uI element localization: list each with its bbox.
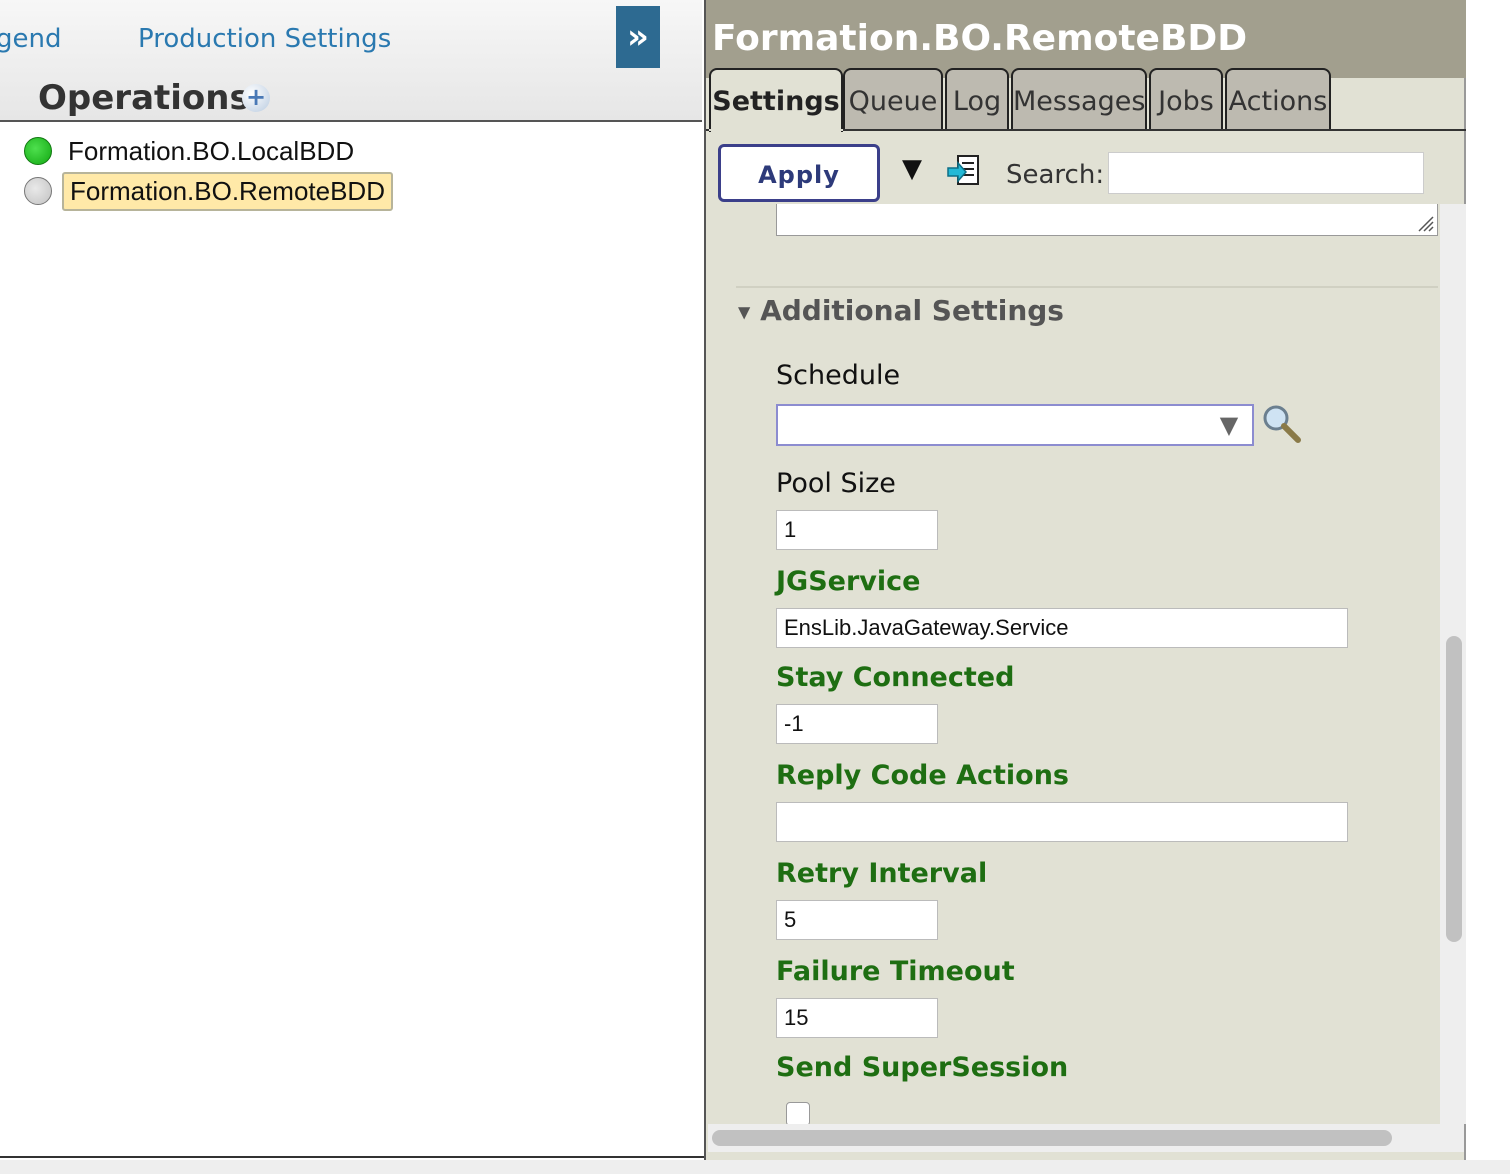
horizontal-scroll-thumb[interactable] <box>712 1130 1392 1146</box>
stay-connected-label: Stay Connected <box>776 662 1015 693</box>
resize-grip-icon[interactable] <box>1415 213 1435 233</box>
tab-jobs[interactable]: Jobs <box>1149 68 1223 130</box>
left-pane-border <box>0 1156 704 1158</box>
jgservice-input[interactable]: EnsLib.JavaGateway.Service <box>776 608 1348 648</box>
search-label: Search: <box>1006 160 1105 190</box>
jgservice-label: JGService <box>776 566 921 597</box>
active-tab-gap <box>709 129 843 131</box>
apply-button[interactable]: Apply <box>718 144 880 202</box>
schedule-select[interactable]: ▼ <box>776 404 1254 446</box>
add-operation-icon[interactable]: + <box>242 84 270 112</box>
send-supersession-checkbox[interactable] <box>786 1102 810 1124</box>
settings-panel: Formation.BO.RemoteBDD Settings Queue Lo… <box>704 0 1466 1160</box>
pool-size-input[interactable]: 1 <box>776 510 938 550</box>
vertical-scroll-thumb[interactable] <box>1446 636 1462 942</box>
additional-settings-header[interactable]: ▼ Additional Settings <box>738 294 1064 327</box>
section-title: Additional Settings <box>760 294 1064 327</box>
production-settings-link[interactable]: Production Settings <box>138 24 391 54</box>
panel-title: Formation.BO.RemoteBDD <box>706 0 1466 78</box>
retry-interval-label: Retry Interval <box>776 858 988 889</box>
magnifier-icon[interactable] <box>1260 402 1304 446</box>
pool-size-label: Pool Size <box>776 468 896 499</box>
search-input[interactable] <box>1108 152 1424 194</box>
reply-code-actions-input[interactable] <box>776 802 1348 842</box>
select-arrow-icon[interactable]: ▼ <box>1214 410 1244 440</box>
operation-label-selected[interactable]: Formation.BO.RemoteBDD <box>62 171 393 211</box>
tab-settings[interactable]: Settings <box>709 68 843 132</box>
tab-messages[interactable]: Messages <box>1011 68 1147 130</box>
operations-title: Operations <box>38 78 250 118</box>
operation-label[interactable]: Formation.BO.LocalBDD <box>62 134 360 169</box>
send-supersession-label: Send SuperSession <box>776 1052 1069 1083</box>
page-bottom-strip <box>0 1160 1510 1174</box>
settings-scroll-area[interactable]: ▼ Additional Settings Schedule ▼ Pool Si… <box>708 204 1438 1124</box>
dropdown-arrow-icon[interactable]: ▼ <box>902 154 922 184</box>
collapse-caret-icon[interactable]: ▼ <box>738 303 750 322</box>
schedule-label: Schedule <box>776 360 901 391</box>
failure-timeout-label: Failure Timeout <box>776 956 1015 987</box>
reply-code-actions-label: Reply Code Actions <box>776 760 1069 791</box>
section-divider <box>736 286 1438 288</box>
expand-panel-button[interactable]: » <box>616 6 660 68</box>
operation-item-remotebdd[interactable]: Formation.BO.RemoteBDD <box>24 171 393 211</box>
stay-connected-input[interactable]: -1 <box>776 704 938 744</box>
left-header: gend Production Settings » Operations + <box>0 0 702 122</box>
textarea-field[interactable] <box>776 204 1438 236</box>
status-green-icon <box>24 137 52 165</box>
failure-timeout-input[interactable]: 15 <box>776 998 938 1038</box>
legend-link[interactable]: gend <box>0 24 61 54</box>
operation-item-localbdd[interactable]: Formation.BO.LocalBDD <box>24 133 360 169</box>
tab-actions[interactable]: Actions <box>1225 68 1331 130</box>
status-grey-icon <box>24 177 52 205</box>
export-document-icon[interactable] <box>946 154 982 188</box>
retry-interval-input[interactable]: 5 <box>776 900 938 940</box>
tab-queue[interactable]: Queue <box>843 68 943 130</box>
tab-bar: Settings Queue Log Messages Jobs Actions <box>706 68 1466 132</box>
tab-log[interactable]: Log <box>945 68 1009 130</box>
